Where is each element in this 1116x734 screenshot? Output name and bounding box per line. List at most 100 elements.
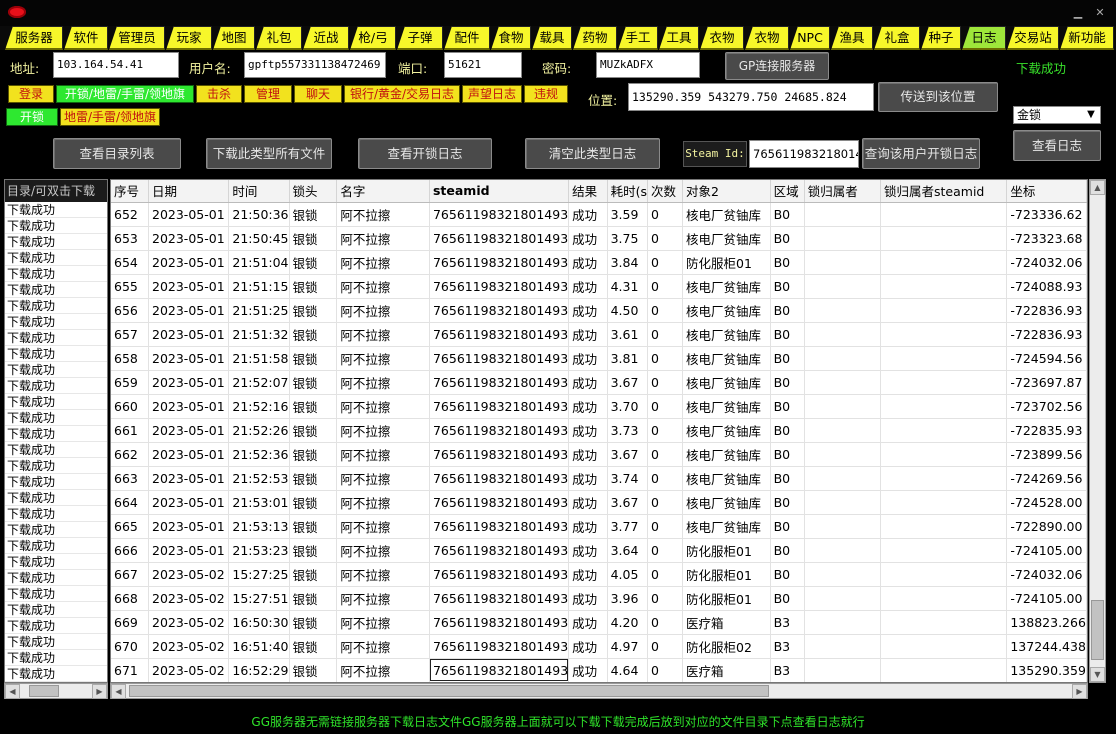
directory-list-item[interactable]: 下载成功: [5, 506, 107, 522]
table-cell[interactable]: B0: [770, 250, 805, 275]
table-cell[interactable]: 成功: [568, 250, 608, 275]
column-header-9[interactable]: 对象2: [682, 180, 771, 203]
table-row[interactable]: 653 2023-05-01 21:50:45 银锁 阿不拉擦 7656119832180…: [111, 226, 1087, 251]
table-cell[interactable]: 0: [647, 466, 683, 491]
table-cell[interactable]: 671: [111, 658, 149, 682]
table-cell[interactable]: 76561198321801493: [429, 370, 570, 395]
column-header-8[interactable]: 次数: [647, 180, 683, 203]
table-cell[interactable]: 664: [111, 490, 149, 515]
table-cell[interactable]: -724105.00: [1006, 586, 1087, 611]
table-cell[interactable]: -722890.00: [1006, 514, 1087, 539]
table-cell[interactable]: 21:52:26: [228, 418, 290, 443]
scroll-left-icon[interactable]: ◀: [5, 684, 20, 699]
table-cell[interactable]: 银锁: [289, 298, 338, 323]
table-cell[interactable]: 2023-05-01: [148, 250, 230, 275]
table-cell[interactable]: -722836.93: [1006, 298, 1087, 323]
table-cell[interactable]: 137244.438: [1006, 634, 1087, 659]
column-header-2[interactable]: 时间: [228, 180, 290, 203]
table-cell[interactable]: 0: [647, 394, 683, 419]
tab-12[interactable]: 药物: [573, 26, 617, 50]
table-cell[interactable]: 2023-05-02: [148, 634, 230, 659]
column-header-0[interactable]: 序号: [111, 180, 149, 203]
table-cell[interactable]: 成功: [568, 394, 608, 419]
table-cell[interactable]: [880, 394, 1008, 419]
table-cell[interactable]: 阿不拉擦: [336, 610, 430, 635]
table-cell[interactable]: B0: [770, 226, 805, 251]
table-cell[interactable]: 阿不拉擦: [336, 346, 430, 371]
column-header-3[interactable]: 锁头: [289, 180, 338, 203]
table-cell[interactable]: 银锁: [289, 658, 338, 682]
table-row[interactable]: 656 2023-05-01 21:51:25 银锁 阿不拉擦 7656119832180…: [111, 298, 1087, 323]
tab-2[interactable]: 管理员: [109, 26, 165, 50]
table-cell[interactable]: 3.70: [607, 394, 649, 419]
tab-4[interactable]: 地图: [213, 26, 255, 50]
table-cell[interactable]: 76561198321801493: [429, 634, 570, 659]
table-cell[interactable]: 670: [111, 634, 149, 659]
table-cell[interactable]: 银锁: [289, 250, 338, 275]
table-cell[interactable]: 银锁: [289, 610, 338, 635]
table-cell[interactable]: 0: [647, 610, 683, 635]
position-field[interactable]: 135290.359 543279.750 24685.824: [628, 83, 874, 111]
table-cell[interactable]: 21:50:36: [228, 202, 290, 227]
table-cell[interactable]: 阿不拉擦: [336, 442, 430, 467]
log-type-button-3[interactable]: 管理: [244, 85, 292, 103]
table-cell[interactable]: 银锁: [289, 562, 338, 587]
tab-11[interactable]: 载具: [532, 26, 572, 50]
directory-list-item[interactable]: 下载成功: [5, 474, 107, 490]
table-cell[interactable]: 成功: [568, 226, 608, 251]
table-cell[interactable]: -724105.00: [1006, 538, 1087, 563]
table-cell[interactable]: 4.31: [607, 274, 649, 299]
table-cell[interactable]: 21:51:04: [228, 250, 290, 275]
table-cell[interactable]: -724594.56: [1006, 346, 1087, 371]
table-cell[interactable]: 76561198321801493: [429, 562, 570, 587]
table-cell[interactable]: 2023-05-01: [148, 346, 230, 371]
teleport-button[interactable]: 传送到该位置: [878, 82, 998, 112]
column-header-10[interactable]: 区域: [770, 180, 805, 203]
table-cell[interactable]: B0: [770, 322, 805, 347]
directory-list-item[interactable]: 下载成功: [5, 378, 107, 394]
table-cell[interactable]: B0: [770, 490, 805, 515]
table-cell[interactable]: 阿不拉擦: [336, 586, 430, 611]
view-unlock-log-button[interactable]: 查看开锁日志: [358, 138, 492, 169]
table-cell[interactable]: 阿不拉擦: [336, 418, 430, 443]
table-cell[interactable]: [804, 610, 882, 635]
table-cell[interactable]: 0: [647, 250, 683, 275]
table-cell[interactable]: [804, 298, 882, 323]
table-cell[interactable]: 667: [111, 562, 149, 587]
table-row[interactable]: 663 2023-05-01 21:52:53 银锁 阿不拉擦 7656119832180…: [111, 466, 1087, 491]
table-cell[interactable]: 成功: [568, 634, 608, 659]
table-cell[interactable]: 653: [111, 226, 149, 251]
table-cell[interactable]: 银锁: [289, 394, 338, 419]
vertical-scrollbar[interactable]: ▲ ▼: [1089, 179, 1106, 683]
table-cell[interactable]: 666: [111, 538, 149, 563]
table-cell[interactable]: 阿不拉擦: [336, 538, 430, 563]
table-cell[interactable]: 76561198321801493: [429, 610, 570, 635]
table-cell[interactable]: 76561198321801493: [429, 226, 570, 251]
table-cell[interactable]: 3.74: [607, 466, 649, 491]
table-cell[interactable]: [880, 538, 1008, 563]
table-cell[interactable]: 21:51:25: [228, 298, 290, 323]
tab-7[interactable]: 枪/弓: [350, 26, 396, 50]
table-cell[interactable]: 银锁: [289, 322, 338, 347]
table-cell[interactable]: 658: [111, 346, 149, 371]
table-cell[interactable]: 成功: [568, 298, 608, 323]
table-cell[interactable]: 成功: [568, 586, 608, 611]
tab-21[interactable]: 日志: [962, 26, 1006, 50]
table-cell[interactable]: 0: [647, 322, 683, 347]
table-cell[interactable]: 4.97: [607, 634, 649, 659]
table-cell[interactable]: 防化服柜01: [682, 250, 771, 275]
directory-list-item[interactable]: 下载成功: [5, 202, 107, 218]
table-cell[interactable]: 76561198321801493: [429, 346, 570, 371]
table-cell[interactable]: 银锁: [289, 538, 338, 563]
table-cell[interactable]: 0: [647, 514, 683, 539]
table-cell[interactable]: 655: [111, 274, 149, 299]
left-scroll-thumb[interactable]: [29, 685, 59, 697]
scroll-down-icon[interactable]: ▼: [1090, 667, 1105, 682]
directory-list-item[interactable]: 下载成功: [5, 314, 107, 330]
table-cell[interactable]: 银锁: [289, 418, 338, 443]
table-cell[interactable]: 76561198321801493: [429, 490, 570, 515]
table-cell[interactable]: 4.05: [607, 562, 649, 587]
table-cell[interactable]: 21:52:36: [228, 442, 290, 467]
column-header-13[interactable]: 坐标: [1006, 180, 1087, 203]
table-cell[interactable]: 661: [111, 418, 149, 443]
